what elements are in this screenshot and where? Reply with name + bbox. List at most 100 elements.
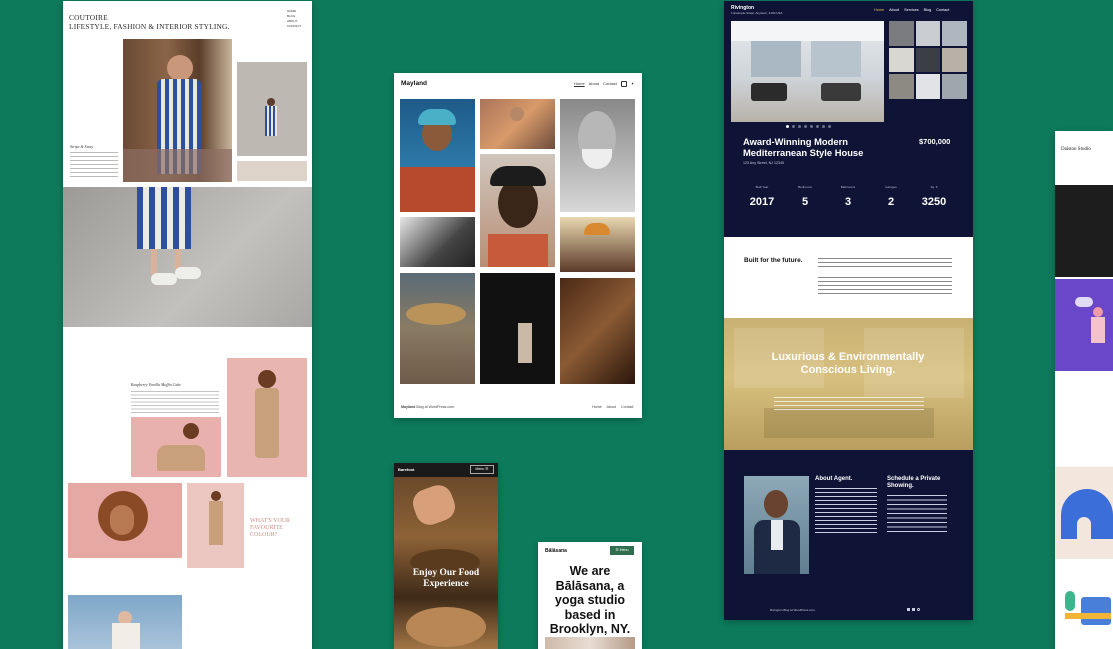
man-cap-portrait — [480, 154, 555, 267]
twitter-icon[interactable]: ✦ — [631, 81, 634, 87]
coutoire-nav-item[interactable]: CONTACT — [287, 24, 301, 29]
schedule-heading: Schedule a Private Showing. — [887, 476, 941, 489]
footer-nav-item[interactable]: About — [607, 405, 616, 409]
woman-doorway-photo — [123, 39, 232, 182]
market-street-photo — [400, 273, 475, 384]
menu-label: Menu — [619, 548, 629, 552]
mayland-nav-item[interactable]: Home — [574, 81, 585, 87]
rivington-address: 1 Example Street, Anytown, 4100 USA — [731, 11, 783, 15]
old-man-bw-portrait — [560, 99, 635, 212]
dalston-plant-illustration — [1055, 559, 1113, 649]
food-menu-button[interactable]: Menu ☰ — [470, 465, 494, 474]
stat-value: 3250 — [921, 196, 947, 208]
living-room-main-photo — [731, 21, 884, 122]
agent-photo — [744, 476, 809, 574]
listing-price: $700,000 — [919, 137, 951, 146]
instagram-icon[interactable] — [620, 81, 627, 87]
coutoire-tagline: LIFESTYLE, FASHION & INTERIOR STYLING. — [69, 22, 230, 31]
hamburger-icon: ☰ — [615, 548, 619, 552]
food-theme-preview[interactable]: Barefoot Menu ☰ Enjoy Our Food Experienc… — [394, 463, 498, 649]
instagram-icon[interactable] — [917, 608, 920, 611]
luxury-heading: Luxurious & Environmentally Conscious Li… — [771, 351, 925, 376]
food-hero-photo — [394, 477, 498, 649]
stat-value: 2017 — [749, 196, 775, 208]
mayland-nav-item[interactable]: Contact — [603, 81, 617, 87]
dalston-white-gap — [1055, 373, 1113, 467]
coutoire-brand: COUTOIRE LIFESTYLE, FASHION & INTERIOR S… — [69, 13, 230, 31]
rivington-theme-preview[interactable]: Rivington 1 Example Street, Anytown, 410… — [724, 1, 973, 620]
dalston-theme-preview[interactable]: Dalston Studio — [1055, 131, 1113, 649]
carousel-dots[interactable] — [786, 125, 856, 129]
mayland-nav-item[interactable]: About — [589, 81, 599, 87]
coutoire-brand-name: COUTOIRE — [69, 13, 108, 22]
dalston-brand[interactable]: Dalston Studio — [1061, 147, 1091, 152]
woman-wall-photo — [237, 62, 307, 156]
contact-lines — [887, 495, 947, 535]
man-cooking-photo — [480, 99, 555, 149]
dalston-dark-band — [1055, 185, 1113, 277]
stat-sqft: Sq. ft 3250 — [914, 185, 954, 208]
stat-built-year: Built Year 2017 — [742, 185, 782, 208]
built-heading: Built for the future. — [744, 257, 803, 264]
facebook-icon[interactable] — [907, 608, 910, 611]
footer-nav-item[interactable]: Contact — [621, 405, 633, 409]
seated-woman-photo — [131, 417, 221, 477]
stat-value: 3 — [844, 196, 852, 208]
walking-woman-photo — [187, 483, 244, 568]
stat-label: Bedrooms — [798, 185, 812, 189]
stat-label: Sq. ft — [930, 185, 938, 189]
bw-man-hat-photo — [400, 217, 475, 267]
portrait-woman-headscarf — [400, 99, 475, 212]
wordpress-credit[interactable]: Blog at WordPress.com. — [416, 405, 455, 409]
coutoire-theme-preview[interactable]: COUTOIRE LIFESTYLE, FASHION & INTERIOR S… — [63, 1, 312, 649]
about-agent-heading: About Agent. — [815, 476, 853, 482]
listing-street: 123 Any Street, NJ 12345 — [743, 161, 784, 165]
coutoire-caption: Stripe & Sway — [70, 144, 94, 149]
nav-home[interactable]: Home — [874, 8, 884, 12]
social-icons[interactable] — [907, 608, 920, 611]
coutoire-post-title[interactable]: Raspberry Vanilla Muffin Cake — [131, 382, 181, 387]
dalston-purple-illustration — [1055, 277, 1113, 373]
nav-about[interactable]: About — [889, 8, 899, 12]
stat-bathrooms: Bathrooms 3 — [828, 185, 868, 208]
food-brand[interactable]: Barefoot — [398, 467, 414, 472]
rivington-nav: Home About Services Blog Contact — [874, 8, 949, 12]
twitter-icon[interactable] — [912, 608, 915, 611]
agent-bio-lines — [815, 488, 877, 536]
stat-value: 2 — [887, 196, 895, 208]
footer-nav-item[interactable]: Home — [592, 405, 602, 409]
nav-contact[interactable]: Contact — [936, 8, 949, 12]
food-headline: Enjoy Our Food Experience — [412, 568, 480, 589]
curly-hair-photo — [68, 483, 182, 558]
mayland-theme-preview[interactable]: Mayland Home About Contact ✦ Mayland Blo… — [394, 73, 642, 418]
menu-label: Menu — [475, 467, 485, 471]
favourite-colour-heading: WHAT'S YOUR FAVOURITE COLOUR? — [250, 518, 300, 539]
luxury-text-lines — [774, 397, 924, 411]
built-text-lines-2 — [818, 277, 952, 295]
yoga-studio-photo — [545, 637, 635, 649]
mayland-brand[interactable]: Mayland — [401, 80, 427, 87]
striped-dress-street-photo — [63, 187, 312, 327]
stat-label: Garages — [885, 185, 897, 189]
mayland-footer: Mayland Blog at WordPress.com. — [401, 405, 455, 409]
balasana-theme-preview[interactable]: Bālāsana ☰ Menu We are Bālāsana, a yoga … — [538, 542, 642, 649]
man-orange-hat-photo — [560, 217, 635, 272]
stat-label: Built Year — [755, 185, 769, 189]
dalston-blue-illustration — [1055, 467, 1113, 559]
gallery-thumbnails[interactable] — [889, 21, 967, 99]
hamburger-icon: ☰ — [485, 467, 489, 471]
balasana-brand[interactable]: Bālāsana — [545, 548, 567, 554]
man-in-shadows-photo — [560, 278, 635, 384]
blue-sky-photo — [68, 595, 182, 649]
nav-services[interactable]: Services — [904, 8, 919, 12]
caption-text-lines — [70, 152, 118, 180]
pink-portrait-photo — [227, 358, 307, 477]
stat-garages: Garages 2 — [871, 185, 911, 208]
stat-label: Bathrooms — [840, 185, 856, 189]
rivington-footer: Rivington Blog at WordPress.com. — [770, 608, 816, 612]
stat-bedrooms: Bedrooms 5 — [785, 185, 825, 208]
favourite-colour-text: WHAT'S YOUR FAVOURITE COLOUR? — [250, 518, 291, 538]
nav-blog[interactable]: Blog — [924, 8, 932, 12]
mayland-footer-brand: Mayland — [401, 405, 416, 409]
balasana-menu-button[interactable]: ☰ Menu — [610, 546, 634, 555]
